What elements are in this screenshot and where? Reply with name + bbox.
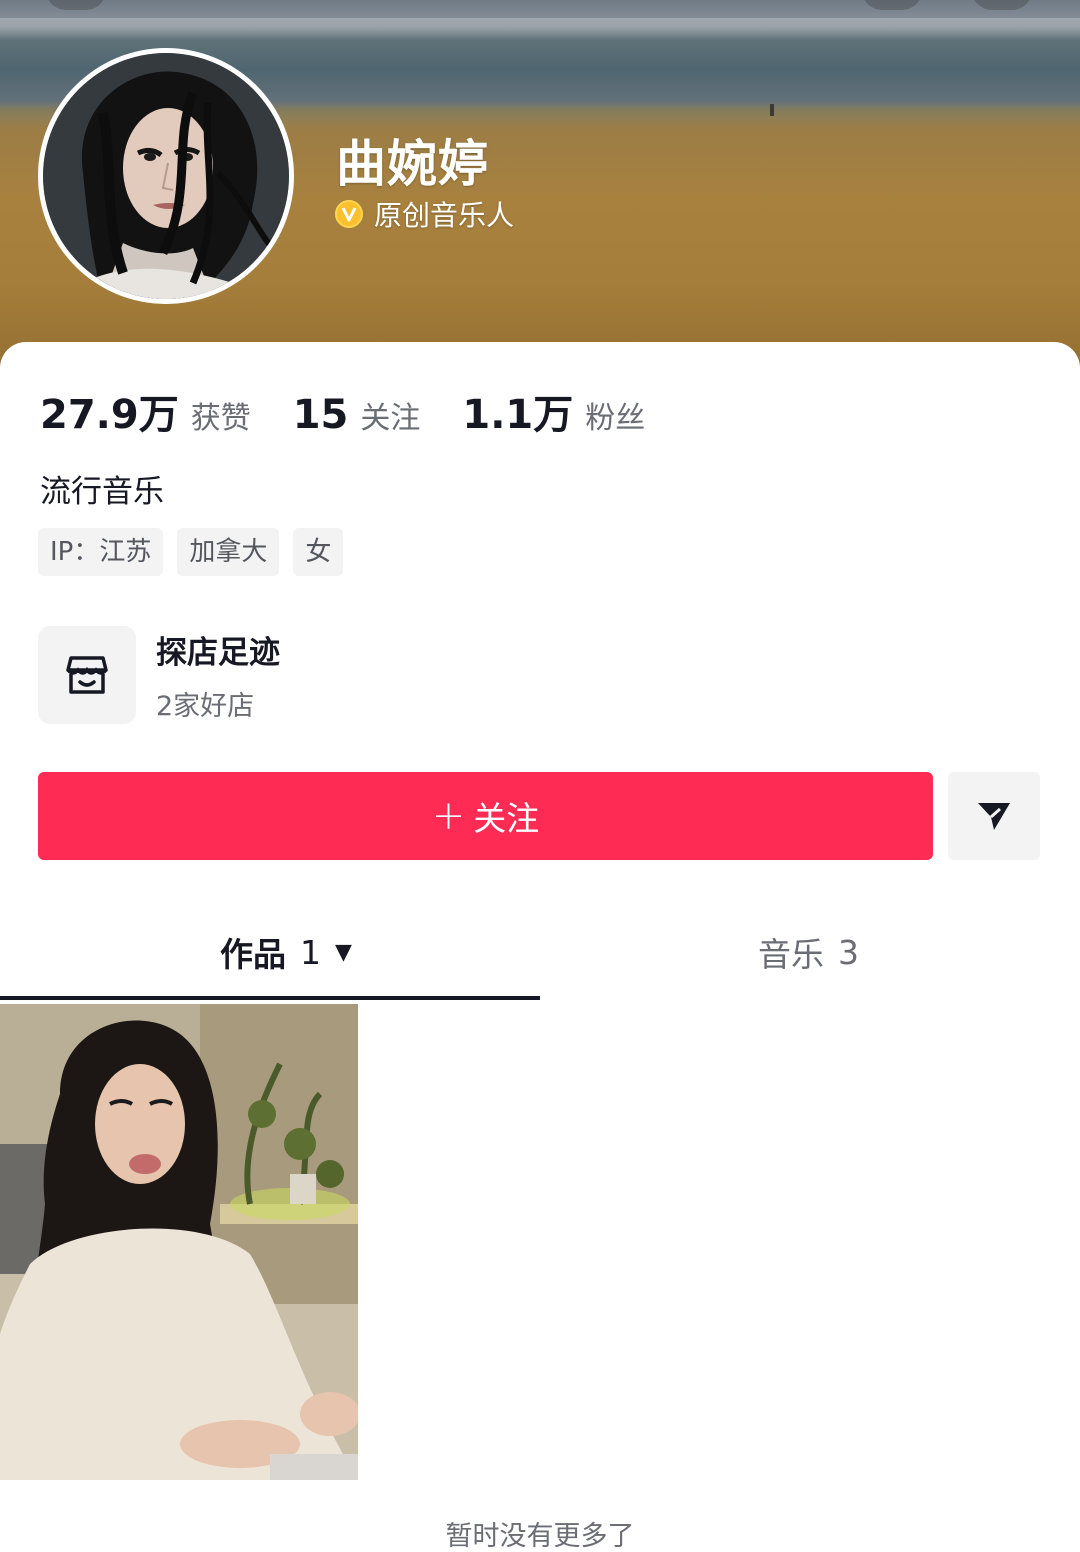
bio-text: 流行音乐	[40, 474, 164, 510]
stat-likes-label: 获赞	[190, 401, 251, 436]
no-more-content-text: 暂时没有更多了	[445, 1521, 635, 1552]
stats-row: 27.9万 获赞 15 关注 1.1万 粉丝	[40, 382, 687, 440]
follow-label: 关注	[473, 799, 540, 838]
tab-works-count: 1	[300, 932, 321, 972]
stat-followers-label: 粉丝	[585, 401, 646, 436]
stat-following[interactable]: 15 关注	[293, 392, 421, 438]
avatar-portrait	[43, 53, 289, 299]
follow-button[interactable]: + 关注	[38, 772, 933, 860]
stat-likes-value: 27.9万	[40, 392, 179, 438]
caret-down-icon: ▼	[335, 939, 352, 965]
verified-label: 原创音乐人	[374, 199, 515, 232]
video-thumbnail[interactable]	[0, 1004, 358, 1480]
profile-page: 曲婉婷 原创音乐人 27.9万 获赞 15 关注 1.1万 粉丝 流行音乐 IP…	[0, 0, 1080, 1552]
paper-plane-icon	[978, 803, 1010, 830]
tag-ip-location: IP：江苏	[38, 528, 164, 576]
verified-badge-row: 原创音乐人	[334, 194, 514, 234]
store-title: 探店足迹	[156, 635, 280, 671]
stat-following-value: 15	[292, 392, 349, 438]
profile-tags: IP：江苏 加拿大 女	[38, 528, 357, 576]
store-visits-entry[interactable]: 探店足迹 2家好店	[38, 626, 280, 724]
verified-v-icon	[335, 200, 363, 228]
tab-works-label: 作品	[220, 935, 286, 974]
plus-icon: +	[431, 793, 466, 839]
stat-followers[interactable]: 1.1万 粉丝	[462, 382, 645, 440]
tab-works[interactable]: 作品 1 ▼	[220, 928, 352, 976]
stat-following-label: 关注	[360, 401, 421, 436]
tab-music-label: 音乐	[758, 935, 824, 974]
stat-likes[interactable]: 27.9万 获赞	[40, 382, 251, 440]
store-subtitle: 2家好店	[156, 691, 255, 722]
tab-music[interactable]: 音乐 3	[758, 928, 859, 976]
tab-music-count: 3	[838, 932, 859, 972]
tag-gender: 女	[293, 528, 344, 576]
store-icon-box	[38, 626, 136, 724]
avatar[interactable]	[38, 48, 294, 304]
tag-country: 加拿大	[177, 528, 280, 576]
storefront-icon	[66, 656, 108, 694]
tab-active-indicator	[0, 996, 540, 1000]
share-button[interactable]	[948, 772, 1040, 860]
content-tabs: 作品 1 ▼ 音乐 3	[0, 906, 1080, 996]
profile-name: 曲婉婷	[336, 135, 489, 193]
stat-followers-value: 1.1万	[462, 392, 574, 438]
video-thumbnail-image	[0, 1004, 358, 1480]
